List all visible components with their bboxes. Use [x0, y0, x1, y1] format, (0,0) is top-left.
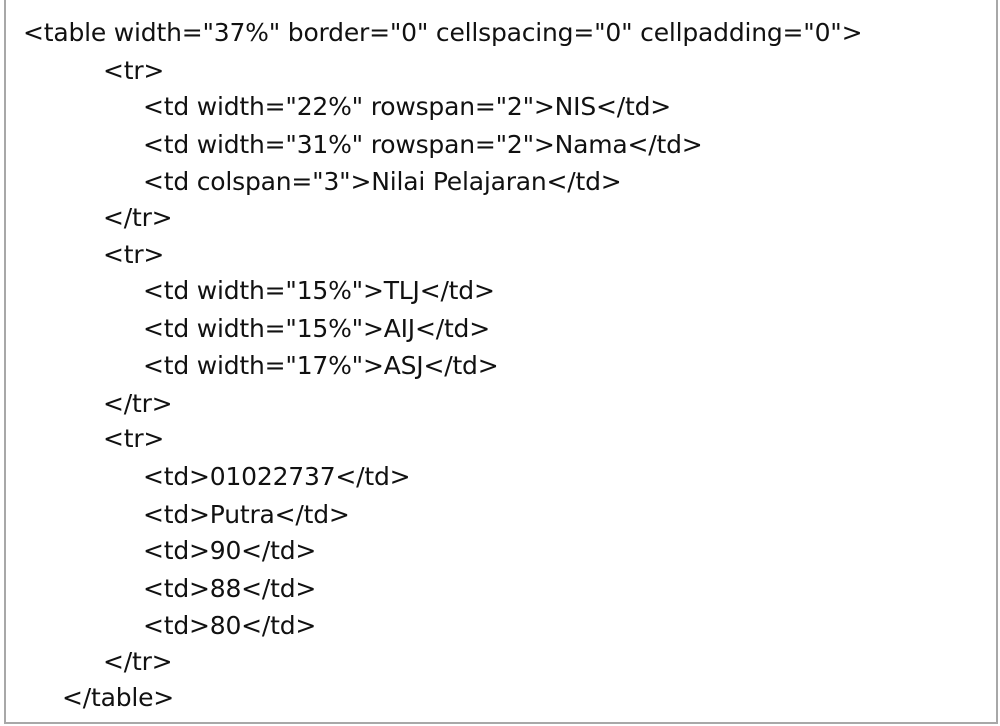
code-line: <td>Putra</td>: [143, 500, 350, 529]
code-line: <tr>: [103, 56, 165, 85]
code-line: <td>80</td>: [143, 611, 317, 640]
code-line: <td width="22%" rowspan="2">NIS</td>: [143, 92, 671, 121]
code-line: <td>01022737</td>: [143, 462, 411, 491]
code-line: </tr>: [103, 389, 173, 418]
code-line: <td width="15%">AIJ</td>: [143, 314, 490, 343]
code-line: <td>88</td>: [143, 574, 317, 603]
code-line: <td width="31%" rowspan="2">Nama</td>: [143, 130, 703, 159]
code-line: <tr>: [103, 424, 165, 453]
code-line: <td>90</td>: [143, 536, 317, 565]
code-line: <td width="17%">ASJ</td>: [143, 351, 499, 380]
code-block: <table width="37%" border="0" cellspacin…: [0, 0, 1000, 726]
code-line: </tr>: [103, 203, 173, 232]
code-line: <table width="37%" border="0" cellspacin…: [23, 18, 863, 47]
code-line: </tr>: [103, 647, 173, 676]
code-line: <td width="15%">TLJ</td>: [143, 276, 495, 305]
code-line: <td colspan="3">Nilai Pelajaran</td>: [143, 167, 622, 196]
code-line: <tr>: [103, 240, 165, 269]
code-line: </table>: [62, 683, 175, 712]
